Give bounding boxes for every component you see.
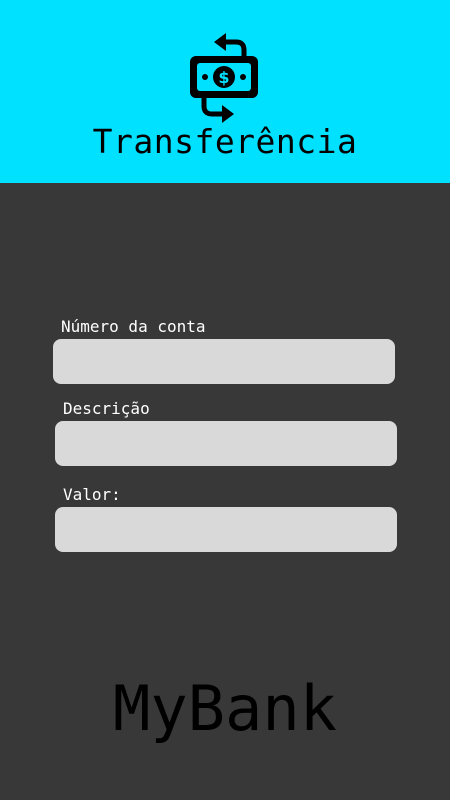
amount-label: Valor: bbox=[63, 485, 121, 504]
money-transfer-icon: $ bbox=[190, 33, 258, 123]
amount-input[interactable] bbox=[55, 507, 397, 552]
account-number-input[interactable] bbox=[53, 339, 395, 384]
description-input[interactable] bbox=[55, 421, 397, 466]
page-title: Transferência bbox=[92, 122, 358, 161]
brand-logo-text: MyBank bbox=[113, 672, 337, 745]
svg-text:$: $ bbox=[218, 68, 229, 87]
description-label: Descrição bbox=[63, 399, 150, 418]
app-header: $ Transferência bbox=[0, 0, 450, 183]
account-number-label: Número da conta bbox=[61, 317, 206, 336]
